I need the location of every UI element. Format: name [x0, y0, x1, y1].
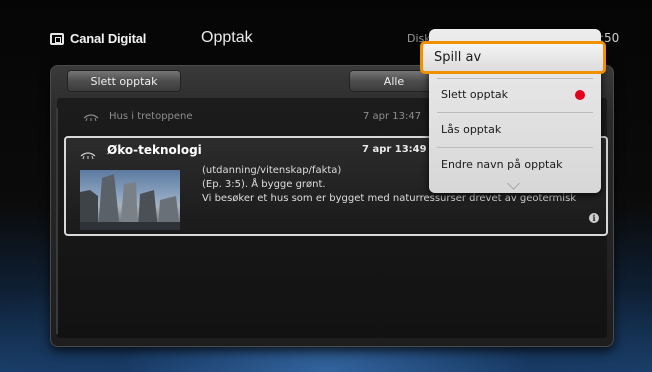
menu-divider [437, 147, 593, 148]
recording-date: 7 apr 13:49 [362, 144, 427, 155]
menu-item-play-label: Spill av [434, 50, 482, 65]
menu-item-play[interactable]: Spill av [420, 41, 606, 74]
menu-item-lock[interactable]: Lås opptak [441, 123, 501, 136]
menu-item-delete[interactable]: Slett opptak [441, 88, 508, 101]
brand-name: Canal Digital [70, 31, 147, 46]
info-icon[interactable]: i [589, 213, 599, 223]
tv-logo-icon [50, 32, 64, 45]
menu-divider [437, 112, 593, 113]
delete-indicator-icon [575, 90, 585, 100]
menu-item-rename[interactable]: Endre navn på opptak [441, 158, 562, 171]
brand-logo: Canal Digital [50, 31, 146, 46]
recording-summary: Vi besøker et hus som er bygget med natu… [202, 193, 577, 204]
scrollbar-track[interactable] [56, 108, 58, 334]
delete-recording-button[interactable]: Slett opptak [67, 70, 181, 92]
menu-divider [437, 78, 593, 79]
recording-title: Øko-teknologi [107, 143, 202, 157]
recording-thumbnail [80, 170, 180, 230]
chevron-down-icon [507, 177, 520, 190]
recording-icon [83, 110, 99, 125]
recording-title: Hus i tretoppene [109, 111, 193, 122]
page-title: Opptak [201, 29, 253, 46]
list-item[interactable]: Hus i tretoppene 7 apr 13:47 [63, 109, 443, 127]
recording-date: 7 apr 13:47 [363, 111, 422, 122]
recording-icon [80, 145, 96, 164]
